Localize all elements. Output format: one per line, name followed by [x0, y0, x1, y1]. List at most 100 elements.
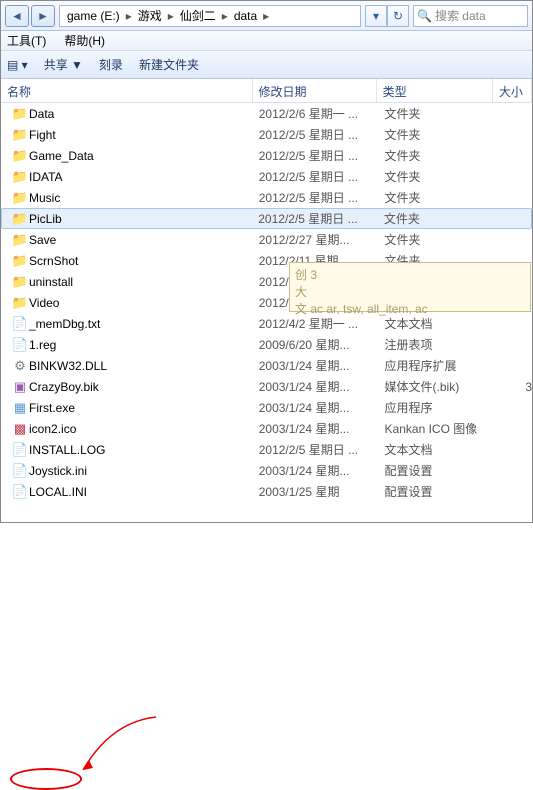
history-dropdown-button[interactable]: ▾	[365, 5, 387, 27]
file-name: IDATA	[29, 170, 63, 184]
file-row[interactable]: 📁Music2012/2/5 星期日 ...文件夹	[1, 187, 532, 208]
toolbar-organize-dropdown[interactable]: ▤ ▾	[7, 58, 28, 72]
folder-icon: 📁	[11, 274, 29, 290]
file-name: Game_Data	[29, 149, 94, 163]
column-header-row: 名称 修改日期 类型 大小	[1, 79, 532, 103]
file-row[interactable]: 📁Fight2012/2/5 星期日 ...文件夹	[1, 124, 532, 145]
file-row[interactable]: 📁IDATA 2012/2/5 星期日 ...文件夹	[1, 166, 532, 187]
file-date: 2003/1/24 星期...	[259, 357, 385, 374]
annotation-circle	[10, 768, 82, 790]
file-row[interactable]: 📁Game_Data 2012/2/5 星期日 ...文件夹	[1, 145, 532, 166]
file-type: 应用程序扩展	[385, 357, 503, 374]
folder-icon: 📁	[11, 148, 29, 164]
column-header-type[interactable]: 类型	[377, 79, 493, 102]
file-name: Joystick.ini	[29, 464, 87, 478]
file-date: 2003/1/24 星期...	[259, 378, 385, 395]
chevron-right-icon: ▸	[123, 9, 135, 23]
nav-back-button[interactable]: ◄	[5, 5, 29, 27]
file-type: 文本文档	[385, 441, 503, 458]
tooltip: 创 3 大 文 ac ar, tsw, all_item, ac	[289, 262, 531, 312]
file-date: 2012/2/5 星期日 ...	[259, 441, 385, 458]
folder-icon: 📁	[11, 106, 29, 122]
toolbar-newfolder[interactable]: 新建文件夹	[139, 56, 199, 73]
menu-help[interactable]: 帮助(H)	[64, 32, 105, 49]
reg-icon: 📄	[11, 337, 29, 353]
file-size: 3	[503, 380, 532, 394]
column-header-date[interactable]: 修改日期	[253, 79, 377, 102]
breadcrumb-item[interactable]: data	[231, 9, 260, 23]
file-name: CrazyBoy.bik	[29, 380, 99, 394]
folder-icon: 📁	[11, 211, 29, 227]
file-date: 2012/2/5 星期日 ...	[258, 210, 384, 227]
chevron-right-icon: ▸	[219, 9, 231, 23]
file-type: 文件夹	[385, 105, 503, 122]
file-type: 文件夹	[385, 168, 503, 185]
file-row[interactable]: 📄INSTALL.LOG2012/2/5 星期日 ...文本文档	[1, 439, 532, 460]
file-name: Fight	[29, 128, 56, 142]
file-date: 2012/2/5 星期日 ...	[259, 189, 385, 206]
search-placeholder: 搜索 data	[435, 7, 486, 24]
breadcrumb-bar[interactable]: game (E:)▸ 游戏▸ 仙剑二▸ data▸	[59, 5, 361, 27]
chevron-right-icon: ▸	[260, 9, 272, 23]
file-type: 配置设置	[385, 483, 503, 500]
search-icon: 🔍	[417, 9, 432, 23]
file-type: 配置设置	[385, 462, 503, 479]
file-row[interactable]: 📄1.reg 2009/6/20 星期...注册表项	[1, 334, 532, 355]
file-type: 文件夹	[385, 126, 503, 143]
bik-icon: ▣	[11, 379, 29, 395]
file-name: icon2.ico	[29, 422, 76, 436]
file-row[interactable]: ▣CrazyBoy.bik2003/1/24 星期...媒体文件(.bik)3	[1, 376, 532, 397]
file-row[interactable]: 📁PicLib2012/2/5 星期日 ...文件夹	[1, 208, 532, 229]
file-type: 文件夹	[385, 189, 503, 206]
file-name: ScrnShot	[29, 254, 78, 268]
file-date: 2012/2/5 星期日 ...	[259, 147, 385, 164]
search-input[interactable]: 🔍 搜索 data	[413, 5, 528, 27]
column-header-size[interactable]: 大小	[493, 79, 532, 102]
file-row[interactable]: ▩icon2.ico2003/1/24 星期...Kankan ICO 图像	[1, 418, 532, 439]
file-name: Music	[29, 191, 60, 205]
file-row[interactable]: ⚙BINKW32.DLL2003/1/24 星期...应用程序扩展	[1, 355, 532, 376]
file-name: 1.reg	[29, 338, 56, 352]
annotation-arrow	[61, 712, 161, 782]
file-date: 2009/6/20 星期...	[259, 336, 385, 353]
ini-icon: 📄	[11, 484, 29, 500]
file-row[interactable]: 📄Joystick.ini2003/1/24 星期...配置设置	[1, 460, 532, 481]
file-name: First.exe	[29, 401, 75, 415]
file-date: 2012/2/5 星期日 ...	[259, 168, 385, 185]
file-date: 2012/2/6 星期一 ...	[259, 105, 385, 122]
ini-icon: 📄	[11, 463, 29, 479]
toolbar-share[interactable]: 共享 ▼	[44, 56, 83, 73]
file-row[interactable]: 📁Data2012/2/6 星期一 ...文件夹	[1, 103, 532, 124]
file-date: 2012/4/2 星期一 ...	[259, 315, 385, 332]
breadcrumb-item[interactable]: 仙剑二	[177, 7, 219, 24]
file-row[interactable]: 📁Save 2012/2/27 星期...文件夹	[1, 229, 532, 250]
file-type: 文件夹	[384, 210, 502, 227]
file-name: INSTALL.LOG	[29, 443, 105, 457]
toolbar-burn[interactable]: 刻录	[99, 56, 123, 73]
refresh-button[interactable]: ↻	[387, 5, 409, 27]
file-name: uninstall	[29, 275, 73, 289]
ico-icon: ▩	[11, 421, 29, 437]
file-name: Save	[29, 233, 56, 247]
breadcrumb-item[interactable]: game (E:)	[64, 9, 123, 23]
file-type: 文件夹	[385, 231, 503, 248]
file-type: 注册表项	[385, 336, 503, 353]
file-row[interactable]: ▦First.exe2003/1/24 星期...应用程序	[1, 397, 532, 418]
file-type: Kankan ICO 图像	[385, 420, 503, 437]
menu-tools[interactable]: 工具(T)	[7, 32, 46, 49]
column-header-name[interactable]: 名称	[1, 79, 253, 102]
file-date: 2012/2/27 星期...	[259, 231, 385, 248]
breadcrumb-item[interactable]: 游戏	[135, 7, 165, 24]
file-date: 2012/2/5 星期日 ...	[259, 126, 385, 143]
file-date: 2003/1/24 星期...	[259, 399, 385, 416]
chevron-right-icon: ▸	[165, 9, 177, 23]
file-row[interactable]: 📄LOCAL.INI2003/1/25 星期配置设置	[1, 481, 532, 502]
file-name: BINKW32.DLL	[29, 359, 107, 373]
file-type: 文件夹	[385, 147, 503, 164]
folder-icon: 📁	[11, 169, 29, 185]
folder-icon: 📁	[11, 253, 29, 269]
folder-icon: 📁	[11, 295, 29, 311]
folder-icon: 📁	[11, 232, 29, 248]
file-type: 文本文档	[385, 315, 503, 332]
nav-forward-button[interactable]: ►	[31, 5, 55, 27]
